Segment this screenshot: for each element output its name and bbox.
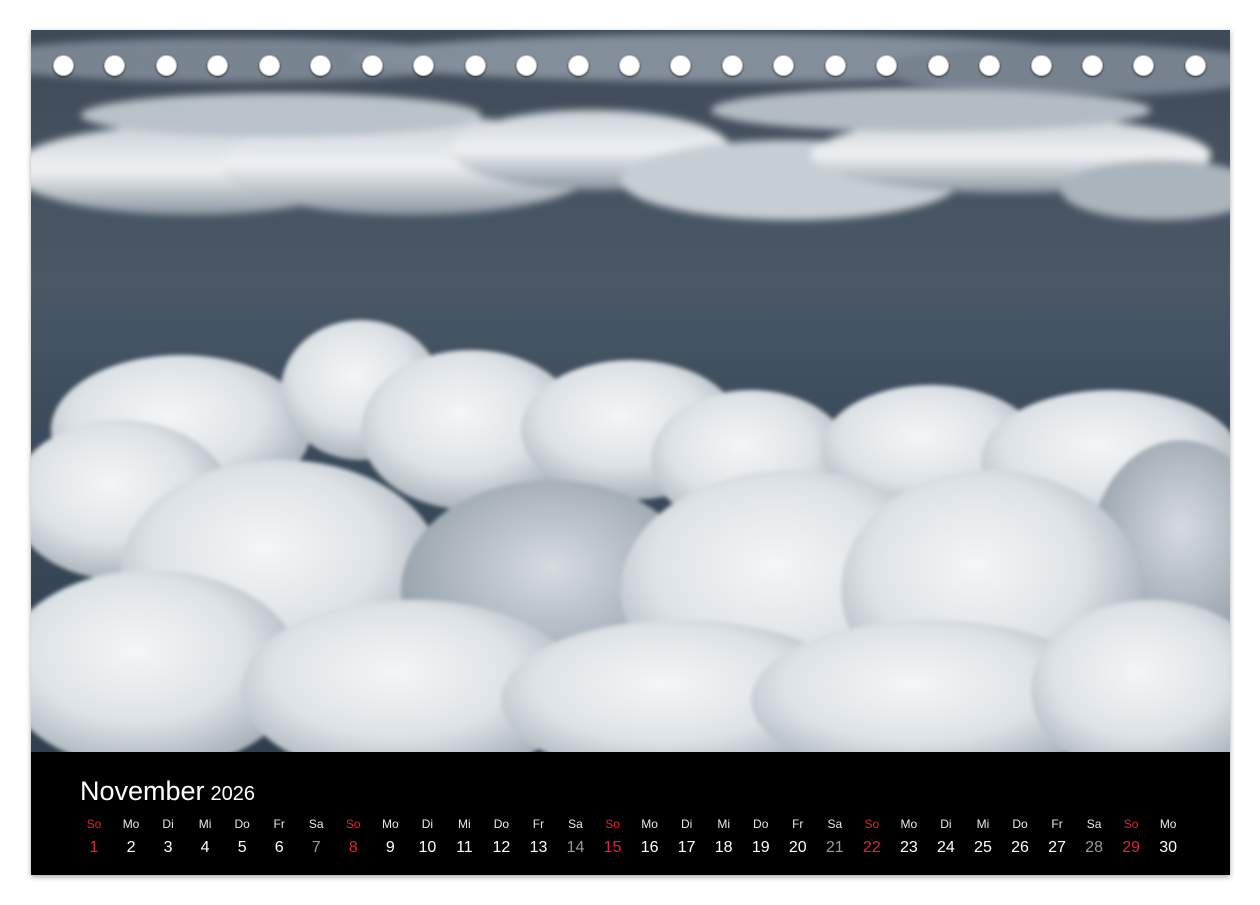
clouds-photo <box>31 30 1230 752</box>
month-name: November <box>80 776 205 806</box>
binding-hole <box>155 55 177 76</box>
weekday-label: Sa <box>827 817 843 831</box>
calendar-band: November 2026 So 1 Mo 2 Di 3 Mi 4 Do 5 Fr 6 Sa 7 So 8 Mo 9… <box>31 752 1230 875</box>
day-number: 23 <box>899 839 918 856</box>
weekday-label: Fr <box>273 817 285 831</box>
day-number: 16 <box>640 839 659 856</box>
binding-hole <box>310 55 332 76</box>
day-number: 5 <box>237 839 247 856</box>
weekday-label: So <box>1123 817 1139 831</box>
weekday-label: Mi <box>458 817 471 831</box>
binding-hole <box>53 55 74 76</box>
day-number: 29 <box>1122 839 1140 856</box>
weekday-label: Fr <box>532 817 545 831</box>
day-number: 24 <box>937 839 955 856</box>
weekday-label: Di <box>162 817 174 831</box>
weekday-label: Sa <box>1086 817 1102 831</box>
weekday-label: Di <box>680 817 693 831</box>
day-number: 22 <box>862 839 881 856</box>
binding-hole <box>1184 55 1206 76</box>
day-number: 1 <box>89 839 99 856</box>
binding-hole <box>618 55 640 76</box>
year: 2026 <box>210 783 256 805</box>
binding-hole <box>464 55 486 76</box>
weekday-label: Sa <box>568 817 583 831</box>
binding-hole <box>773 55 795 76</box>
weekday-label: Mo <box>122 817 140 831</box>
weekday-label: Mo <box>641 817 658 831</box>
weekday-label: Do <box>753 817 769 831</box>
day-number: 17 <box>677 839 696 856</box>
day-number: 3 <box>163 839 173 856</box>
weekday-label: Mo <box>900 817 918 831</box>
binding-hole <box>876 55 898 76</box>
weekday-label: Mi <box>717 817 730 831</box>
day-number: 2 <box>126 839 136 856</box>
weekday-label: Fr <box>792 817 804 831</box>
weekday-label: So <box>605 817 620 831</box>
weekday-label: Mi <box>976 817 990 831</box>
binding-hole <box>258 55 280 76</box>
day-number: 15 <box>603 839 622 856</box>
binding-hole <box>361 55 383 76</box>
month-title: November 2026 <box>80 776 255 809</box>
binding-hole <box>104 55 126 76</box>
calendar-page: November 2026 So 1 Mo 2 Di 3 Mi 4 Do 5 Fr 6 Sa 7 So 8 Mo 9… <box>31 30 1230 875</box>
day-number: 14 <box>566 839 585 856</box>
day-number: 11 <box>456 839 473 856</box>
binding-hole <box>670 55 692 76</box>
weekday-label: Do <box>1012 817 1028 831</box>
day-number: 13 <box>529 839 548 856</box>
day-number: 21 <box>825 839 844 856</box>
weekday-label: Mo <box>1159 817 1177 831</box>
weekday-label: So <box>864 817 880 831</box>
binding-hole <box>1030 55 1052 76</box>
day-number: 28 <box>1085 839 1103 856</box>
binding-hole <box>567 55 589 76</box>
weekday-label: Mi <box>198 817 212 831</box>
day-number: 26 <box>1011 839 1029 856</box>
weekday-label: So <box>86 817 102 831</box>
weekday-label: Di <box>940 817 952 831</box>
binding-hole <box>927 55 949 76</box>
day-number: 10 <box>418 839 437 856</box>
day-number: 25 <box>974 839 992 856</box>
weekday-label: Sa <box>308 817 324 831</box>
binding-hole <box>207 55 229 76</box>
weekday-label: Do <box>234 817 250 831</box>
weekday-label: So <box>345 817 361 831</box>
binding-hole <box>824 55 846 76</box>
day-number: 27 <box>1048 839 1066 856</box>
binding-hole <box>516 55 538 76</box>
binding-hole <box>721 55 743 76</box>
day-number: 4 <box>200 839 210 856</box>
weekday-label: Mo <box>381 817 399 831</box>
weekday-label: Fr <box>1051 817 1063 831</box>
day-number: 19 <box>751 839 770 856</box>
day-number: 18 <box>714 839 733 856</box>
binding-hole <box>979 55 1001 76</box>
day-number: 9 <box>385 839 395 856</box>
day-number: 6 <box>274 839 284 856</box>
binding-holes <box>31 30 1230 102</box>
day-number: 12 <box>492 839 511 856</box>
day-number: 20 <box>788 839 807 856</box>
weekday-label: Di <box>421 817 434 831</box>
day-number: 8 <box>348 839 358 856</box>
binding-hole <box>1082 55 1103 76</box>
day-number: 7 <box>311 839 321 856</box>
weekday-label: Do <box>493 817 510 831</box>
binding-hole <box>1133 55 1155 76</box>
binding-hole <box>413 55 435 76</box>
day-number: 30 <box>1159 839 1178 856</box>
